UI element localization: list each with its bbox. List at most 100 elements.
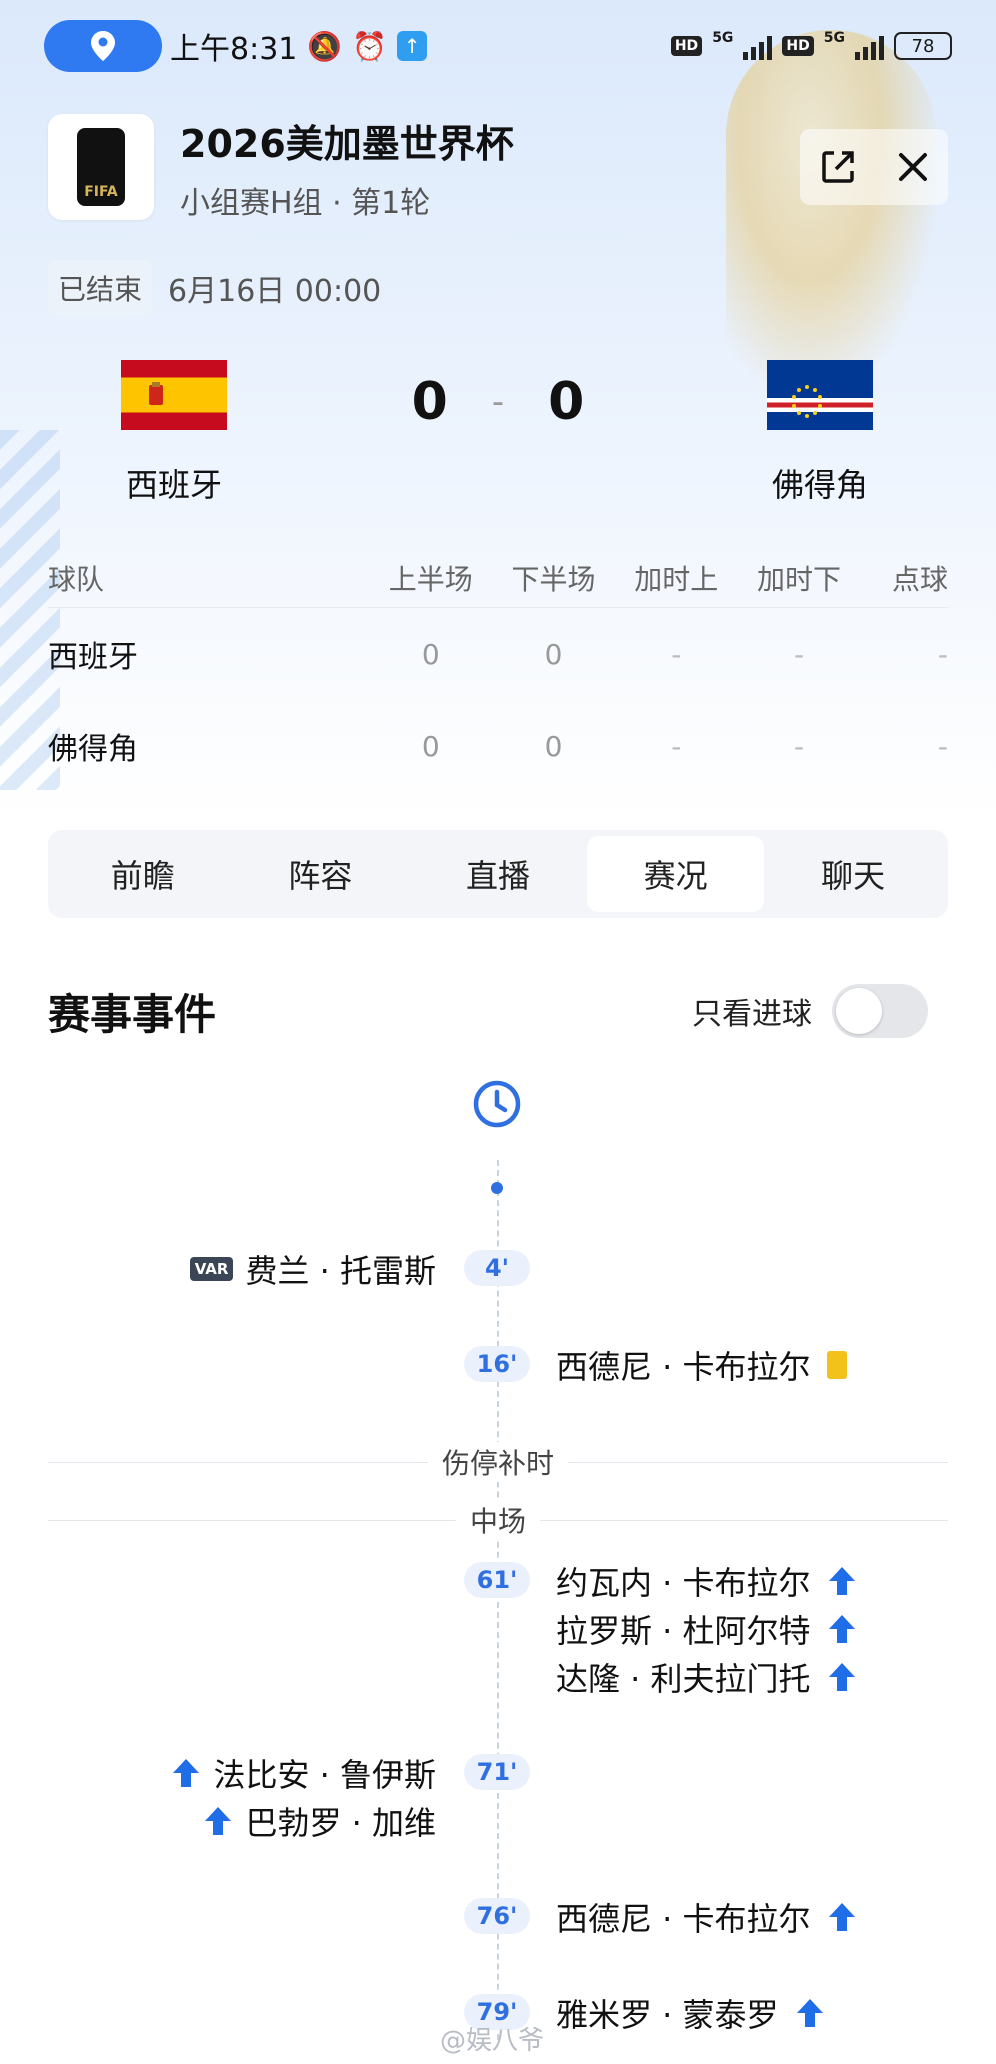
event-substitution[interactable]: 拉罗斯 · 杜阿尔特 xyxy=(556,1606,857,1652)
page-subtitle: 小组赛H组 · 第1轮 xyxy=(180,185,431,221)
location-icon xyxy=(91,31,115,61)
goals-only-filter: 只看进球 xyxy=(692,984,928,1038)
substitution-up-icon xyxy=(205,1807,232,1835)
hd-badge-2: HD xyxy=(782,36,814,56)
event-substitution[interactable]: 约瓦内 · 卡布拉尔 xyxy=(556,1558,857,1604)
event-player: 巴勃罗 · 加维 xyxy=(245,1804,436,1842)
row-first-half: 0 xyxy=(421,729,440,763)
event-player: 法比安 · 鲁伊斯 xyxy=(213,1756,436,1794)
header-extra-time-2: 加时下 xyxy=(756,562,841,596)
header-actions xyxy=(800,129,948,205)
row-first-half: 0 xyxy=(421,637,440,671)
tab-lineup[interactable]: 阵容 xyxy=(232,836,410,912)
status-time: 上午8:31 xyxy=(170,32,298,67)
table-header: 球队 上半场 下半场 加时上 加时下 点球 xyxy=(48,548,948,608)
away-team-name: 佛得角 xyxy=(771,466,868,504)
event-substitution[interactable]: 法比安 · 鲁伊斯 xyxy=(171,1750,436,1796)
away-team[interactable]: 佛得角 xyxy=(720,360,920,506)
header-team: 球队 xyxy=(48,562,105,596)
tab-match-events[interactable]: 赛况 xyxy=(586,836,765,912)
close-icon[interactable] xyxy=(898,152,928,182)
battery-icon: 78 xyxy=(894,32,952,60)
row-penalties: - xyxy=(937,637,949,671)
yellow-card-icon xyxy=(826,1351,847,1379)
event-player: 西德尼 · 卡布拉尔 xyxy=(556,1348,811,1386)
match-status-line: 已结束 6月16日 00:00 xyxy=(48,260,381,316)
stoppage-time-divider: 伤停补时 xyxy=(48,1442,949,1482)
event-minute-badge: 61' xyxy=(464,1562,530,1598)
event-minute-badge: 76' xyxy=(464,1898,530,1934)
row-extra-time-2: - xyxy=(793,729,805,763)
goals-only-toggle[interactable] xyxy=(832,984,928,1038)
events-header: 赛事事件 只看进球 xyxy=(48,976,928,1046)
substitution-up-icon xyxy=(828,1663,855,1691)
event-player: 西德尼 · 卡布拉尔 xyxy=(556,1900,811,1938)
halftime-divider: 中场 xyxy=(48,1500,949,1540)
toggle-knob xyxy=(836,988,882,1034)
row-extra-time-1: - xyxy=(671,637,682,671)
status-badge: 已结束 xyxy=(48,260,153,316)
substitution-up-icon xyxy=(828,1567,855,1595)
status-bar: 上午8:31 🔕 ⏰ ↑ HD 5G HD 5G 78 xyxy=(44,18,952,74)
event-player: 拉罗斯 · 杜阿尔特 xyxy=(556,1612,811,1650)
event-minute-badge: 16' xyxy=(464,1346,530,1382)
table-row: 西班牙 0 0 - - - xyxy=(48,608,948,700)
row-second-half: 0 xyxy=(544,729,563,763)
section-title: 赛事事件 xyxy=(48,989,217,1039)
alarm-off-icon: 🔕 xyxy=(307,29,343,63)
row-team-name: 佛得角 xyxy=(48,732,138,767)
match-datetime: 6月16日 00:00 xyxy=(168,274,382,309)
network-label-2: 5G xyxy=(823,30,845,46)
tab-live[interactable]: 直播 xyxy=(409,836,587,912)
signal-icon-2 xyxy=(855,32,884,60)
event-substitution[interactable]: 巴勃罗 · 加维 xyxy=(203,1798,436,1844)
location-pill[interactable] xyxy=(44,20,162,72)
event-substitution[interactable]: 雅米罗 · 蒙泰罗 xyxy=(556,1990,825,2036)
substitution-up-icon xyxy=(828,1615,855,1643)
hd-badge: HD xyxy=(670,36,703,56)
var-icon: VAR xyxy=(189,1257,234,1281)
event-substitution[interactable]: 达隆 · 利夫拉门托 xyxy=(556,1654,857,1700)
event-minute-badge: 4' xyxy=(464,1250,530,1286)
substitution-up-icon xyxy=(173,1759,200,1787)
edit-icon[interactable] xyxy=(820,149,856,185)
watermark: @娱八爷 xyxy=(440,2026,545,2056)
timeline-start-dot xyxy=(491,1182,503,1194)
scoreboard: 西班牙 0 - 0 佛得角 xyxy=(0,360,996,510)
home-team-name: 西班牙 xyxy=(125,466,222,504)
event-player: 达隆 · 利夫拉门托 xyxy=(556,1660,811,1698)
row-team-name: 西班牙 xyxy=(48,640,138,675)
row-extra-time-1: - xyxy=(671,729,682,763)
tournament-logo: FIFA xyxy=(48,114,154,220)
event-minute-badge: 71' xyxy=(464,1754,530,1790)
event-player: 雅米罗 · 蒙泰罗 xyxy=(556,1996,779,2034)
signal-icon xyxy=(743,32,773,60)
score-separator: - xyxy=(491,382,505,422)
row-second-half: 0 xyxy=(544,637,563,671)
upload-icon: ↑ xyxy=(397,31,428,61)
tab-chat[interactable]: 聊天 xyxy=(764,836,942,912)
table-row: 佛得角 0 0 - - - xyxy=(48,700,948,792)
score-table: 球队 上半场 下半场 加时上 加时下 点球 西班牙 0 0 - - - 佛得角 … xyxy=(48,548,948,792)
tab-bar: 前瞻 阵容 直播 赛况 聊天 xyxy=(48,830,948,918)
header-extra-time-1: 加时上 xyxy=(634,562,719,596)
filter-label: 只看进球 xyxy=(692,997,812,1032)
fifa-logo-mark: FIFA xyxy=(77,128,125,206)
cape-verde-flag-icon xyxy=(767,360,873,430)
substitution-up-icon xyxy=(796,1999,823,2027)
away-score: 0 xyxy=(548,372,585,432)
divider-label: 中场 xyxy=(456,1500,541,1540)
header-second-half: 下半场 xyxy=(511,562,596,596)
row-penalties: - xyxy=(937,729,949,763)
event-var[interactable]: VAR 费兰 · 托雷斯 xyxy=(189,1246,436,1292)
event-substitution[interactable]: 西德尼 · 卡布拉尔 xyxy=(556,1894,857,1940)
header-first-half: 上半场 xyxy=(388,562,473,596)
network-label: 5G xyxy=(712,30,734,46)
event-yellow-card[interactable]: 西德尼 · 卡布拉尔 xyxy=(556,1342,847,1388)
match-header: FIFA 2026美加墨世界杯 小组赛H组 · 第1轮 xyxy=(48,112,948,222)
row-extra-time-2: - xyxy=(793,637,805,671)
event-player: 费兰 · 托雷斯 xyxy=(245,1252,436,1290)
tab-preview[interactable]: 前瞻 xyxy=(54,836,232,912)
event-player: 约瓦内 · 卡布拉尔 xyxy=(556,1564,811,1602)
substitution-up-icon xyxy=(828,1903,855,1931)
